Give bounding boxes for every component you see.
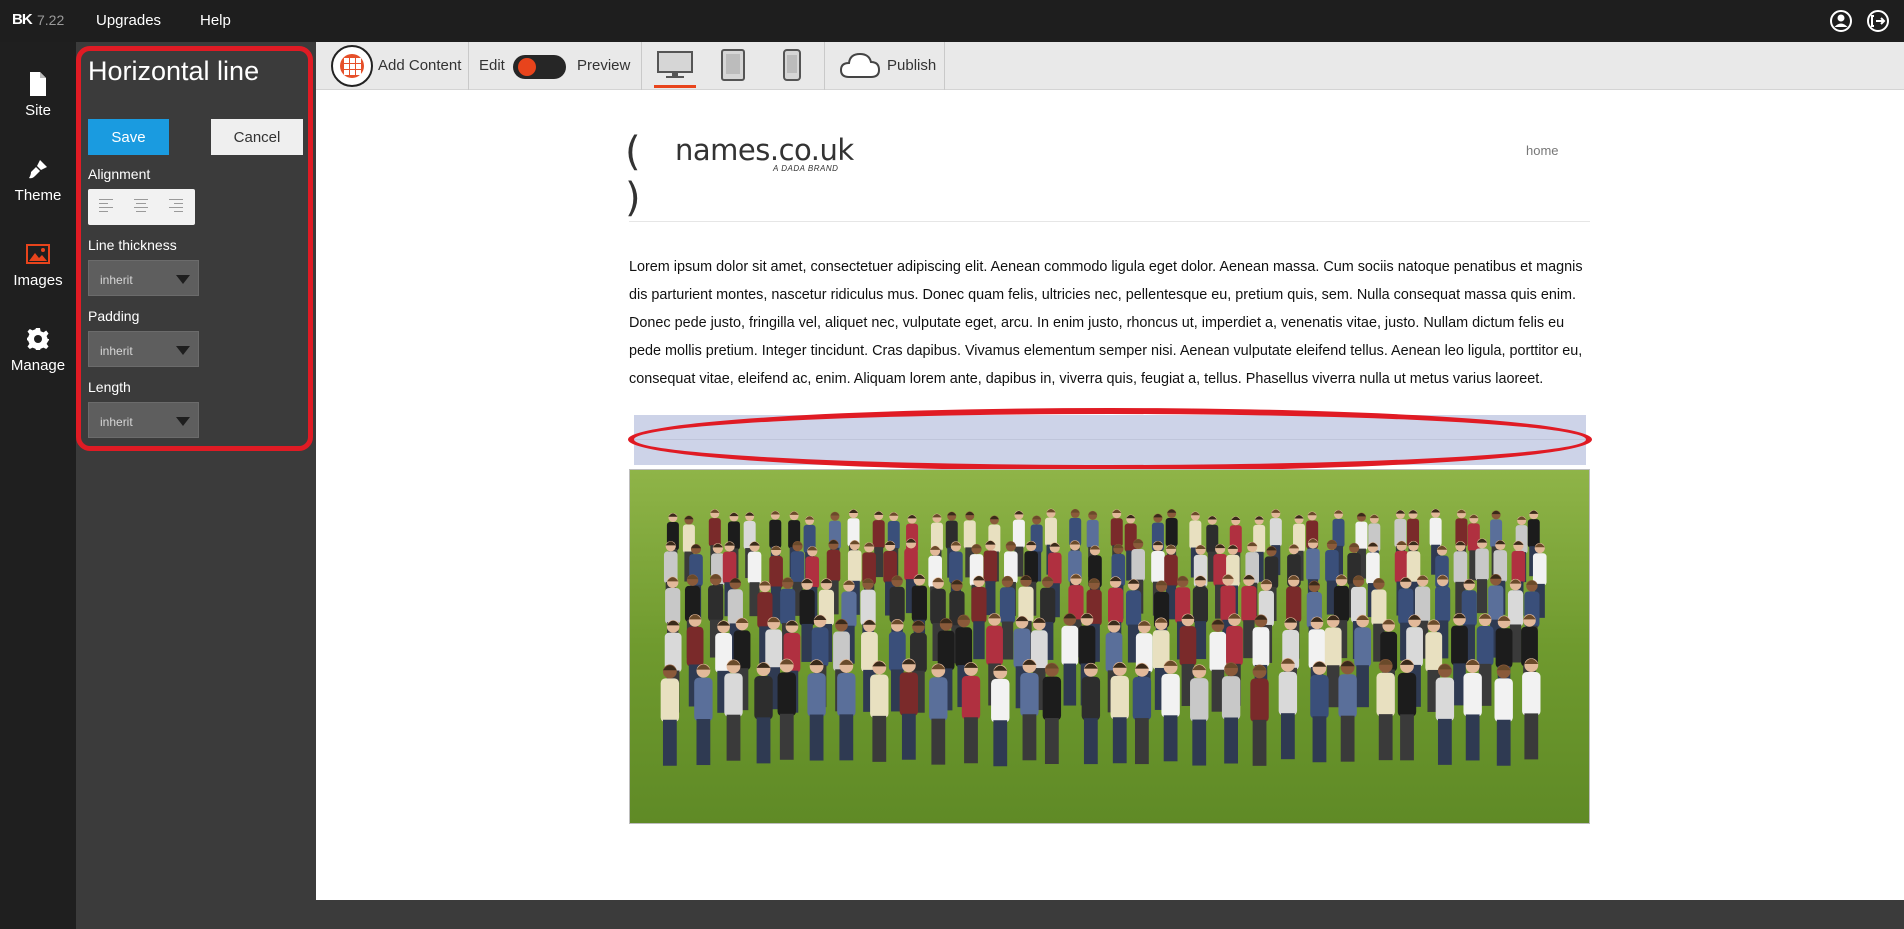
horizontal-line-block[interactable] <box>634 415 1586 465</box>
line-thickness-select[interactable]: inherit <box>88 260 199 296</box>
gear-icon <box>27 328 49 350</box>
app-logo: BK <box>12 11 33 28</box>
align-center-icon[interactable] <box>134 199 148 213</box>
add-content-label[interactable]: Add Content <box>378 57 461 74</box>
horizontal-line <box>634 439 1586 440</box>
chevron-down-icon <box>176 275 190 284</box>
line-thickness-label: Line thickness <box>88 237 177 253</box>
rail-label-images: Images <box>13 272 63 289</box>
line-thickness-value: inherit <box>100 273 133 287</box>
rail-label-site: Site <box>25 102 51 119</box>
add-content-button[interactable] <box>331 45 373 87</box>
rail-label-manage: Manage <box>10 357 66 374</box>
text-block[interactable]: Lorem ipsum dolor sit amet, consectetuer… <box>629 253 1591 393</box>
preview-label[interactable]: Preview <box>577 57 630 74</box>
length-select[interactable]: inherit <box>88 402 199 438</box>
rail-item-site[interactable]: Site <box>0 54 76 134</box>
top-bar: BK 7.22 Upgrades Help <box>0 0 1904 42</box>
toolbar-divider <box>468 42 469 90</box>
desktop-view-icon[interactable] <box>656 50 694 85</box>
brush-icon <box>29 160 47 179</box>
align-right-icon[interactable] <box>169 199 183 213</box>
length-value: inherit <box>100 415 133 429</box>
tablet-view-icon[interactable] <box>720 49 746 86</box>
help-menu[interactable]: Help <box>200 12 231 29</box>
logo-subtitle: A DADA BRAND <box>773 164 839 173</box>
rail-item-images[interactable]: Images <box>0 224 76 304</box>
image-icon <box>26 244 50 264</box>
toggle-knob <box>518 58 536 76</box>
chevron-down-icon <box>176 417 190 426</box>
logo-name: names.co.uk <box>675 133 854 167</box>
editor-footer <box>316 900 1904 929</box>
align-left-icon[interactable] <box>99 199 113 213</box>
rail-item-manage[interactable]: Manage <box>0 309 76 389</box>
mobile-view-icon[interactable] <box>781 49 803 86</box>
save-button[interactable]: Save <box>88 119 169 155</box>
padding-value: inherit <box>100 344 133 358</box>
toolbar-divider <box>944 42 945 90</box>
toolbar-divider <box>641 42 642 90</box>
length-label: Length <box>88 379 131 395</box>
app-version: 7.22 <box>37 12 65 28</box>
left-rail: Site Theme Images Manage <box>0 42 76 929</box>
cloud-icon[interactable] <box>839 51 881 84</box>
edit-preview-toggle[interactable] <box>513 55 566 79</box>
alignment-control <box>88 189 195 225</box>
account-icon[interactable] <box>1829 9 1853 33</box>
logout-icon[interactable] <box>1866 9 1890 33</box>
rail-label-theme: Theme <box>14 187 62 204</box>
padding-select[interactable]: inherit <box>88 331 199 367</box>
panel-title: Horizontal line <box>88 56 260 86</box>
header-divider <box>629 221 1590 222</box>
nav-link-home[interactable]: home <box>1526 143 1559 158</box>
active-device-indicator <box>654 85 696 88</box>
page-icon <box>30 72 46 96</box>
toolbar-divider <box>824 42 825 90</box>
rail-item-theme[interactable]: Theme <box>0 139 76 219</box>
grid-icon <box>340 54 364 78</box>
logo-paren: ( ) <box>625 129 641 221</box>
cancel-button[interactable]: Cancel <box>211 119 303 155</box>
alignment-label: Alignment <box>88 166 151 182</box>
padding-label: Padding <box>88 308 140 324</box>
chevron-down-icon <box>176 346 190 355</box>
upgrades-menu[interactable]: Upgrades <box>96 12 161 29</box>
group-photo[interactable] <box>629 469 1590 824</box>
edit-label[interactable]: Edit <box>479 57 505 74</box>
publish-label[interactable]: Publish <box>887 57 936 74</box>
